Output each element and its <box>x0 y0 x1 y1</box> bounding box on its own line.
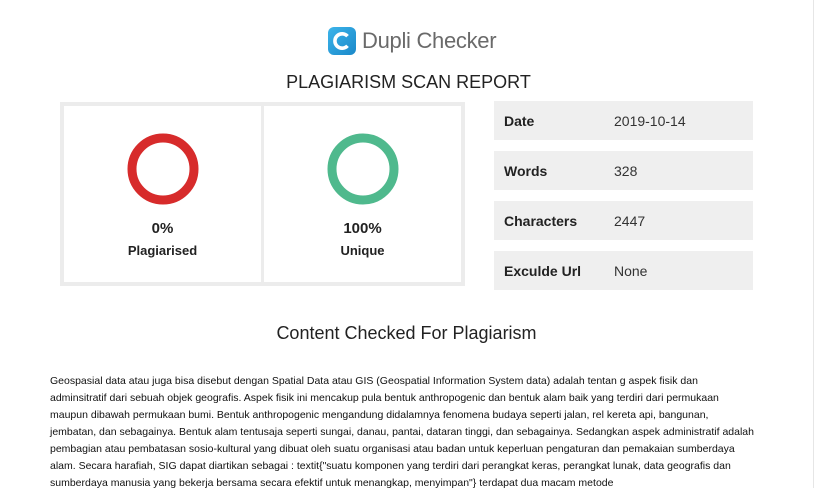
unique-score: 100% Unique <box>261 106 461 282</box>
meta-row-words: Words 328 <box>494 151 753 190</box>
meta-key: Characters <box>504 212 578 229</box>
meta-value: 2447 <box>614 212 646 229</box>
unique-label: Unique <box>340 243 385 258</box>
meta-key: Words <box>504 162 548 179</box>
meta-row-characters: Characters 2447 <box>494 201 753 240</box>
meta-key: Date <box>504 112 535 129</box>
meta-value: None <box>614 262 648 279</box>
content-title: Content Checked For Plagiarism <box>276 323 537 343</box>
plagiarised-score: 0% Plagiarised <box>64 106 261 282</box>
plagiarised-label: Plagiarised <box>127 243 198 258</box>
unique-ring <box>327 133 398 205</box>
meta-value: 2019-10-14 <box>614 112 686 129</box>
plagiarised-ring <box>127 133 198 205</box>
logo-c-icon <box>328 27 356 55</box>
meta-row-date: Date 2019-10-14 <box>494 101 753 140</box>
meta-row-exclude-url: Exculde Url None <box>494 251 753 290</box>
score-panel: 0% Plagiarised 100% Unique <box>60 102 465 286</box>
report-meta-table: Date 2019-10-14 Words 328 Characters 244… <box>494 101 753 301</box>
report-title: PLAGIARISM SCAN REPORT <box>286 72 531 92</box>
plagiarised-percent: 0% <box>151 220 174 237</box>
checked-content-text: Geospasial data atau juga bisa disebut d… <box>50 375 754 489</box>
meta-value: 328 <box>614 162 638 179</box>
brand-logo[interactable]: Dupli Checker <box>328 26 497 56</box>
unique-percent: 100% <box>343 220 382 237</box>
brand-name: Dupli Checker <box>362 28 497 53</box>
meta-key: Exculde Url <box>504 262 582 279</box>
